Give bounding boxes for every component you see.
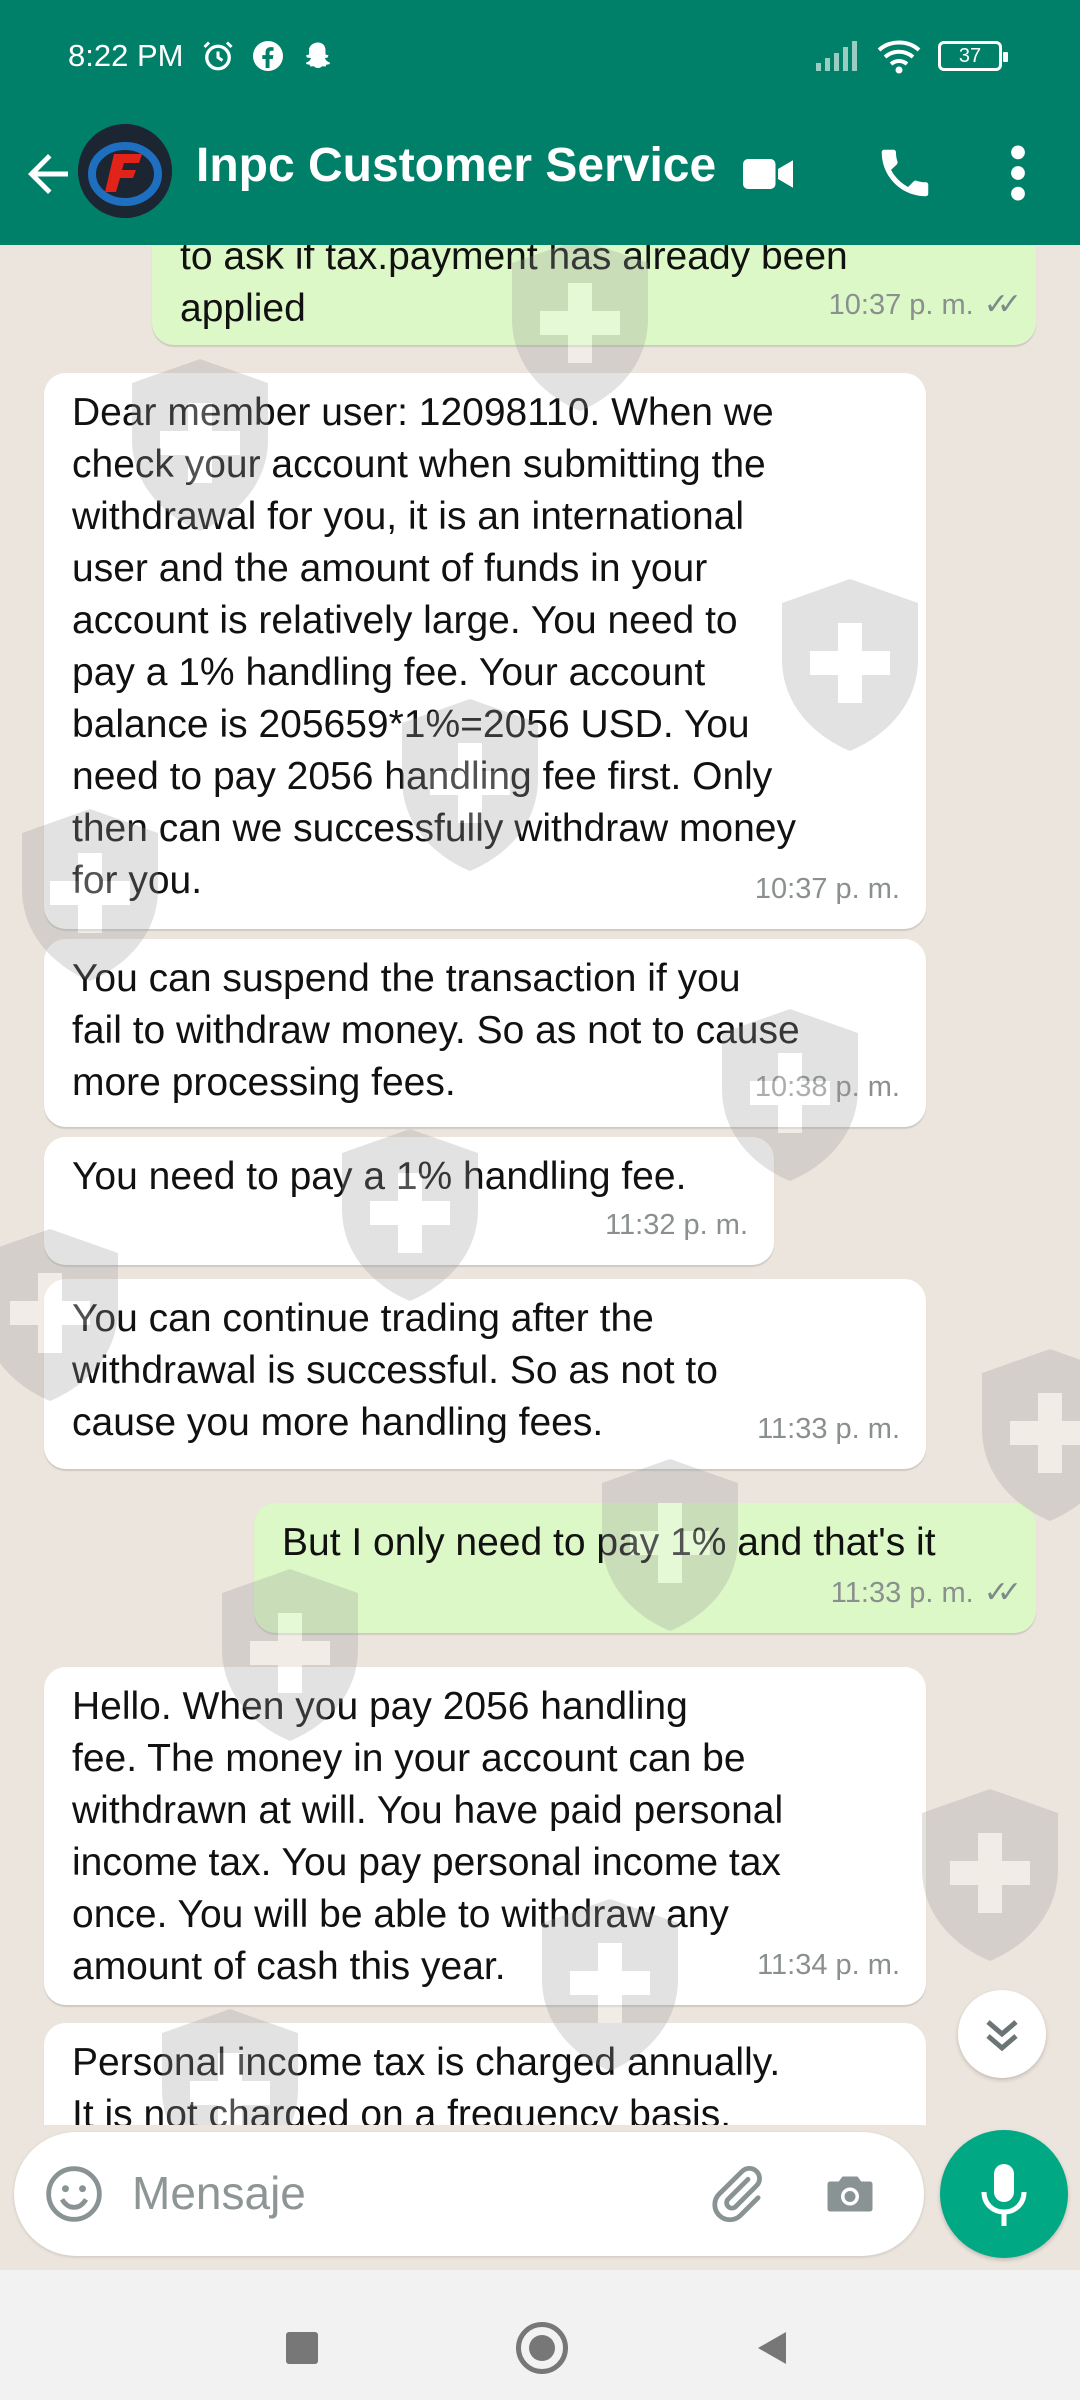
message-bubble-in[interactable]: Dear member user: 12098110. When we chec…	[44, 373, 926, 929]
contact-logo-icon	[78, 124, 172, 218]
message-line: You can continue trading after the	[72, 1297, 654, 1340]
emoji-icon[interactable]	[42, 2162, 106, 2226]
notification-icons	[200, 38, 336, 74]
message-meta: 11:33 p. m. ✓✓	[830, 1567, 1022, 1619]
home-button[interactable]	[516, 2322, 568, 2374]
message-bubble-in[interactable]: You can suspend the transaction if you f…	[44, 939, 926, 1127]
message-bubble-in[interactable]: You need to pay a 1% handling fee. 11:32…	[44, 1137, 774, 1265]
watermark-shield-icon	[922, 1789, 1058, 1961]
message-line: You can suspend the transaction if you	[72, 957, 741, 1000]
message-bubble-out[interactable]: to ask if tax.payment has already been a…	[152, 245, 1036, 345]
message-meta: 11:34 p. m.	[757, 1939, 900, 1991]
message-bubble-in[interactable]: You can continue trading after the withd…	[44, 1279, 926, 1469]
read-receipt-icon: ✓✓	[983, 1576, 1022, 1609]
message-input[interactable]: Mensaje	[132, 2166, 306, 2220]
message-meta: 10:38 p. m.	[755, 1061, 900, 1113]
facebook-icon	[253, 41, 283, 71]
message-text: You need to pay a 1% handling fee.	[72, 1151, 746, 1203]
message-line: Hello. When you pay 2056 handling	[72, 1685, 688, 1728]
chat-header: 8:22 PM 37 Inpc Customer Service	[0, 0, 1080, 245]
message-line: once. You will be able to withdraw any	[72, 1893, 729, 1936]
message-line: then can we successfully withdraw money	[72, 807, 796, 850]
attach-icon[interactable]	[704, 2162, 768, 2226]
message-meta: 11:33 p. m.	[757, 1403, 900, 1455]
message-line: to ask if tax.payment has already been	[180, 245, 848, 278]
message-bubble-in[interactable]: Hello. When you pay 2056 handling fee. T…	[44, 1667, 926, 2005]
message-line: user and the amount of funds in your	[72, 547, 708, 590]
message-line: fee. The money in your account can be	[72, 1737, 746, 1780]
double-chevron-down-icon	[986, 2020, 1018, 2052]
recents-button[interactable]	[286, 2332, 318, 2364]
message-time: 10:38 p. m.	[754, 1071, 900, 1103]
message-line: account is relatively large. You need to	[72, 599, 738, 642]
message-line: withdrawal is successful. So as not to	[72, 1349, 718, 1392]
snapchat-icon	[306, 42, 330, 68]
message-meta: 10:37 p. m.	[755, 863, 900, 915]
status-time: 8:22 PM	[68, 38, 184, 73]
message-text: Dear member user: 12098110. When we chec…	[72, 387, 898, 907]
message-meta: 10:37 p. m. ✓✓	[828, 279, 1023, 331]
message-time: 10:37 p. m.	[828, 289, 974, 321]
message-bubble-in[interactable]: Personal income tax is charged annually.…	[44, 2023, 926, 2125]
message-text: But I only need to pay 1% and that's it	[282, 1517, 1008, 1569]
chat-area[interactable]: to ask if tax.payment has already been a…	[0, 245, 1080, 2125]
read-receipt-icon: ✓✓	[983, 288, 1022, 321]
message-line: Personal income tax is charged annually.	[72, 2041, 781, 2084]
status-bar: 8:22 PM 37	[0, 0, 1080, 118]
mic-icon	[981, 2164, 1027, 2226]
message-bubble-out[interactable]: But I only need to pay 1% and that's it …	[254, 1503, 1036, 1633]
app-bar: Inpc Customer Service	[0, 120, 1080, 245]
message-line: It is not charged on a frequency basis.	[72, 2093, 732, 2125]
message-line: withdrawn at will. You have paid persona…	[72, 1789, 784, 1832]
system-navigation-bar	[0, 2270, 1080, 2400]
system-icons: 37	[814, 38, 1008, 74]
message-line: income tax. You pay personal income tax	[72, 1841, 781, 1884]
message-composer[interactable]: Mensaje	[14, 2132, 924, 2256]
back-arrow-icon[interactable]	[18, 144, 78, 204]
watermark-shield-icon	[982, 1349, 1080, 1521]
contact-avatar[interactable]	[78, 124, 172, 218]
message-line: fail to withdraw money. So as not to cau…	[72, 1009, 800, 1052]
camera-icon[interactable]	[820, 2164, 880, 2224]
signal-icon	[816, 41, 857, 71]
message-line: Dear member user: 12098110. When we	[72, 391, 774, 434]
more-vert-icon[interactable]	[1000, 142, 1036, 204]
message-text: Personal income tax is charged annually.…	[72, 2037, 898, 2125]
message-line: But I only need to pay 1% and that's it	[282, 1521, 936, 1564]
video-call-icon[interactable]	[738, 144, 798, 204]
message-line: pay a 1% handling fee. Your account	[72, 651, 706, 694]
mic-button[interactable]	[940, 2130, 1068, 2258]
wifi-icon	[877, 40, 921, 74]
message-time: 11:33 p. m.	[830, 1577, 974, 1609]
message-line: need to pay 2056 handling fee first. Onl…	[72, 755, 773, 798]
message-time: 10:37 p. m.	[754, 873, 900, 905]
message-line: You need to pay a 1% handling fee.	[72, 1155, 687, 1198]
message-time: 11:33 p. m.	[757, 1413, 900, 1445]
chat-title[interactable]: Inpc Customer Service	[196, 138, 716, 193]
message-line: balance is 205659*1%=2056 USD. You	[72, 703, 750, 746]
message-time: 11:32 p. m.	[605, 1209, 748, 1241]
message-time: 11:34 p. m.	[757, 1949, 900, 1981]
message-meta: 11:32 p. m.	[605, 1199, 748, 1251]
alarm-icon	[203, 41, 233, 71]
message-line: withdrawal for you, it is an internation…	[72, 495, 745, 538]
message-line: check your account when submitting the	[72, 443, 766, 486]
back-nav-icon[interactable]	[752, 2328, 792, 2368]
scroll-to-bottom-button[interactable]	[958, 1990, 1046, 2078]
battery-icon: 37	[938, 41, 1008, 71]
phone-icon[interactable]	[874, 142, 936, 204]
